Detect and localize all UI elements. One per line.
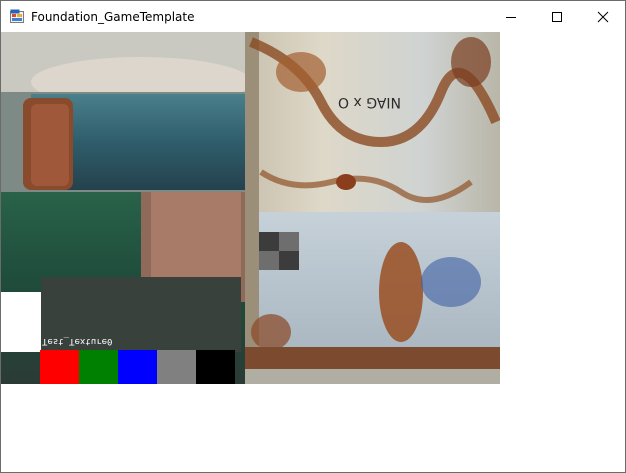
swatch-blue — [118, 350, 157, 384]
close-icon — [597, 11, 609, 22]
swatch-black — [196, 350, 235, 384]
barrel-texture-image: NIAG x O — [1, 32, 500, 384]
app-icon — [10, 9, 24, 23]
app-window: Foundation_GameTemplate NIAG x O Test_Te… — [0, 0, 626, 473]
color-swatch-row — [40, 350, 235, 384]
checker-cell — [279, 251, 299, 270]
maximize-button[interactable] — [534, 1, 580, 32]
title-bar[interactable]: Foundation_GameTemplate — [1, 1, 625, 32]
swatch-green — [79, 350, 118, 384]
maximize-icon — [552, 11, 562, 22]
scene-viewport: NIAG x O — [1, 32, 500, 384]
swatch-gray — [157, 350, 196, 384]
minimize-button[interactable] — [488, 1, 534, 32]
checker-cell — [259, 251, 279, 270]
checker-cell — [259, 232, 279, 251]
swatch-red — [40, 350, 79, 384]
window-title: Foundation_GameTemplate — [31, 10, 195, 24]
debug-text: Test_Texture0 — [42, 336, 113, 346]
minimize-icon — [506, 16, 516, 18]
render-surface[interactable]: NIAG x O Test_Texture0 — [1, 32, 625, 472]
svg-text:NIAG x O: NIAG x O — [338, 94, 401, 110]
close-button[interactable] — [580, 1, 626, 32]
checker-cell — [279, 232, 299, 251]
checker-sprite — [259, 232, 299, 270]
